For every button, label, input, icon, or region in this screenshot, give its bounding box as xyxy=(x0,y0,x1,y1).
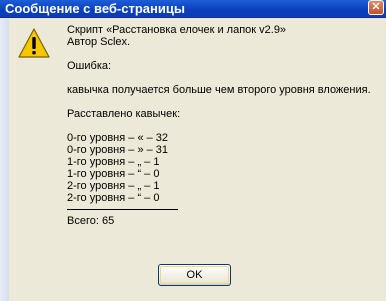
error-text: кавычка получается больше чем второго ур… xyxy=(67,84,371,96)
count-line: 2-го уровня – „ – 1 xyxy=(67,180,160,192)
total-count: Всего: 65 xyxy=(67,215,115,227)
close-icon: ✕ xyxy=(371,1,381,13)
warning-icon xyxy=(18,28,50,58)
message-dialog: Сообщение с веб-страницы ✕ Скрипт «Расст… xyxy=(0,0,386,301)
background-page-edge xyxy=(0,18,9,301)
count-line: 2-го уровня – “ – 0 xyxy=(67,192,160,204)
title-bar[interactable]: Сообщение с веб-страницы ✕ xyxy=(0,0,386,18)
script-title: Скрипт «Расстановка елочек и лапок v2.9» xyxy=(67,24,287,36)
summary-label: Расставлено кавычек: xyxy=(67,108,181,120)
script-author: Автор Sclex. xyxy=(67,36,131,48)
divider xyxy=(67,209,178,210)
count-line: 1-го уровня – “ – 0 xyxy=(67,168,160,180)
message-text: Скрипт «Расстановка елочек и лапок v2.9»… xyxy=(67,24,377,227)
count-line: 0-го уровня – « – 32 xyxy=(67,132,169,144)
count-line: 0-го уровня – » – 31 xyxy=(67,144,169,156)
count-line: 1-го уровня – „ – 1 xyxy=(67,156,160,168)
error-label: Ошибка: xyxy=(67,60,112,72)
ok-button[interactable]: OK xyxy=(158,264,231,286)
window-title: Сообщение с веб-страницы xyxy=(5,1,185,16)
close-button[interactable]: ✕ xyxy=(368,0,384,15)
